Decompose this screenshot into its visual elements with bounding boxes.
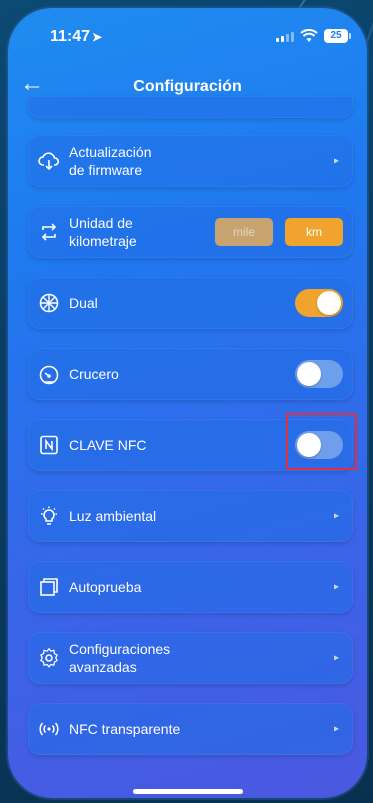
status-bar: 11:47 ➤ 25 — [8, 26, 367, 50]
cellular-signal-icon — [276, 32, 294, 42]
wheel-icon — [38, 292, 60, 314]
advanced-settings-label: Configuraciones avanzadas — [69, 641, 171, 675]
home-indicator[interactable] — [133, 789, 243, 794]
gear-icon — [38, 647, 60, 669]
odometer-unit-label: Unidad de kilometraje — [69, 215, 137, 249]
nfc-waves-icon — [38, 718, 60, 740]
ambient-light-row[interactable]: Luz ambiental ▸ — [28, 490, 353, 542]
highlight-box — [286, 413, 357, 470]
wifi-icon — [300, 29, 318, 42]
phone-screen: 11:47 ➤ 25 ← Configuración Actualización … — [8, 8, 367, 798]
dual-row: Dual — [28, 277, 353, 329]
cruise-label: Crucero — [69, 366, 119, 382]
chevron-right-icon: ▸ — [333, 581, 339, 593]
firmware-update-label: Actualización de firmware — [69, 144, 152, 178]
firmware-update-row[interactable]: Actualización de firmware ▸ — [28, 135, 353, 187]
cruise-row: Crucero — [28, 348, 353, 400]
advanced-settings-row[interactable]: Configuraciones avanzadas ▸ — [28, 632, 353, 684]
light-bulb-icon — [38, 505, 60, 527]
chevron-right-icon: ▸ — [333, 723, 339, 735]
dual-label: Dual — [69, 295, 98, 311]
speedometer-icon — [38, 363, 60, 385]
square-stack-icon — [38, 576, 60, 598]
settings-card-partial — [28, 96, 353, 118]
status-time: 11:47 ➤ — [50, 28, 103, 45]
self-test-row[interactable]: Autoprueba ▸ — [28, 561, 353, 613]
page-title: Configuración — [133, 78, 242, 95]
cruise-toggle[interactable] — [295, 360, 343, 388]
cloud-download-icon — [38, 150, 60, 172]
chevron-right-icon: ▸ — [333, 652, 339, 664]
nfc-transparent-label: NFC transparente — [69, 721, 181, 737]
toggle-knob — [297, 362, 321, 386]
nfc-transparent-row[interactable]: NFC transparente ▸ — [28, 703, 353, 755]
battery-level: 25 — [330, 30, 342, 41]
battery-icon: 25 — [324, 29, 351, 43]
location-arrow-icon: ➤ — [92, 30, 103, 44]
unit-km-button[interactable]: km — [285, 218, 343, 246]
swap-arrows-icon — [38, 221, 60, 243]
nfc-key-label: CLAVE NFC — [69, 437, 147, 453]
chevron-right-icon: ▸ — [333, 510, 339, 522]
unit-miles-button[interactable]: mile — [215, 218, 273, 246]
odometer-unit-row: Unidad de kilometraje mile km — [28, 206, 353, 258]
chevron-right-icon: ▸ — [333, 155, 339, 167]
dual-toggle[interactable] — [295, 289, 343, 317]
self-test-label: Autoprueba — [69, 579, 142, 595]
toggle-knob — [317, 291, 341, 315]
ambient-light-label: Luz ambiental — [69, 508, 157, 524]
nfc-card-icon — [38, 434, 60, 456]
